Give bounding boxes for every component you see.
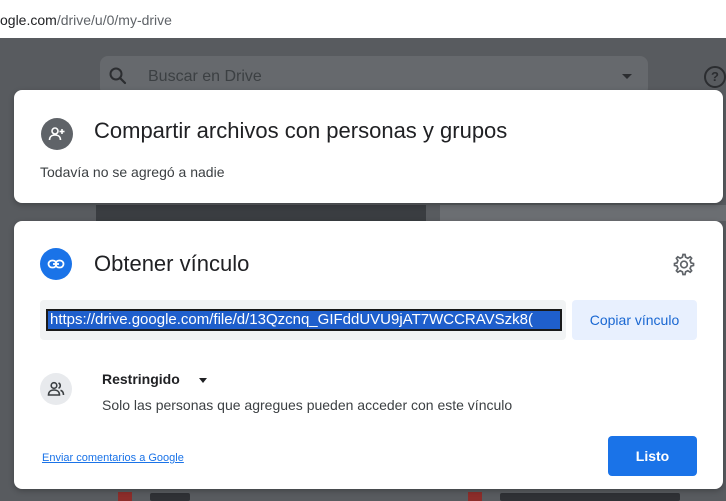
copy-link-button[interactable]: Copiar vínculo: [572, 300, 697, 340]
done-button[interactable]: Listo: [608, 436, 697, 476]
background-banner: [96, 205, 426, 221]
access-description: Solo las personas que agregues pueden ac…: [102, 397, 513, 413]
browser-address-bar[interactable]: ogle.com/drive/u/0/my-drive: [0, 0, 726, 38]
address-domain: ogle.com: [0, 12, 57, 28]
chevron-down-icon[interactable]: [199, 378, 207, 383]
background-file-name: [500, 493, 680, 501]
share-card-subtitle: Todavía no se agregó a nadie: [40, 164, 225, 180]
share-with-people-card[interactable]: Compartir archivos con personas y grupos…: [14, 90, 723, 203]
share-card-title: Compartir archivos con personas y grupos: [94, 118, 508, 143]
search-icon[interactable]: [108, 66, 128, 86]
background-file-icon: [118, 492, 132, 501]
background-panel: [440, 205, 726, 221]
help-icon[interactable]: ?: [704, 66, 726, 88]
address-path: /drive/u/0/my-drive: [56, 12, 172, 28]
search-placeholder: Buscar en Drive: [148, 68, 262, 85]
person-add-icon: [41, 118, 73, 150]
get-link-card: Obtener vínculo https://drive.google.com…: [14, 221, 723, 489]
people-icon: [40, 373, 72, 405]
background-file-name: [150, 493, 190, 501]
send-feedback-link[interactable]: Enviar comentarios a Google: [42, 452, 184, 464]
link-url-field[interactable]: https://drive.google.com/file/d/13Qzcnq_…: [46, 309, 562, 331]
get-link-title: Obtener vínculo: [94, 251, 250, 276]
gear-icon[interactable]: [670, 251, 696, 277]
search-options-caret-icon[interactable]: [622, 74, 632, 79]
address-url: ogle.com/drive/u/0/my-drive: [0, 12, 172, 28]
link-url-box[interactable]: https://drive.google.com/file/d/13Qzcnq_…: [40, 300, 566, 340]
link-icon: [40, 248, 72, 280]
background-file-icon: [468, 492, 482, 501]
access-level-dropdown[interactable]: Restringido: [102, 371, 180, 387]
